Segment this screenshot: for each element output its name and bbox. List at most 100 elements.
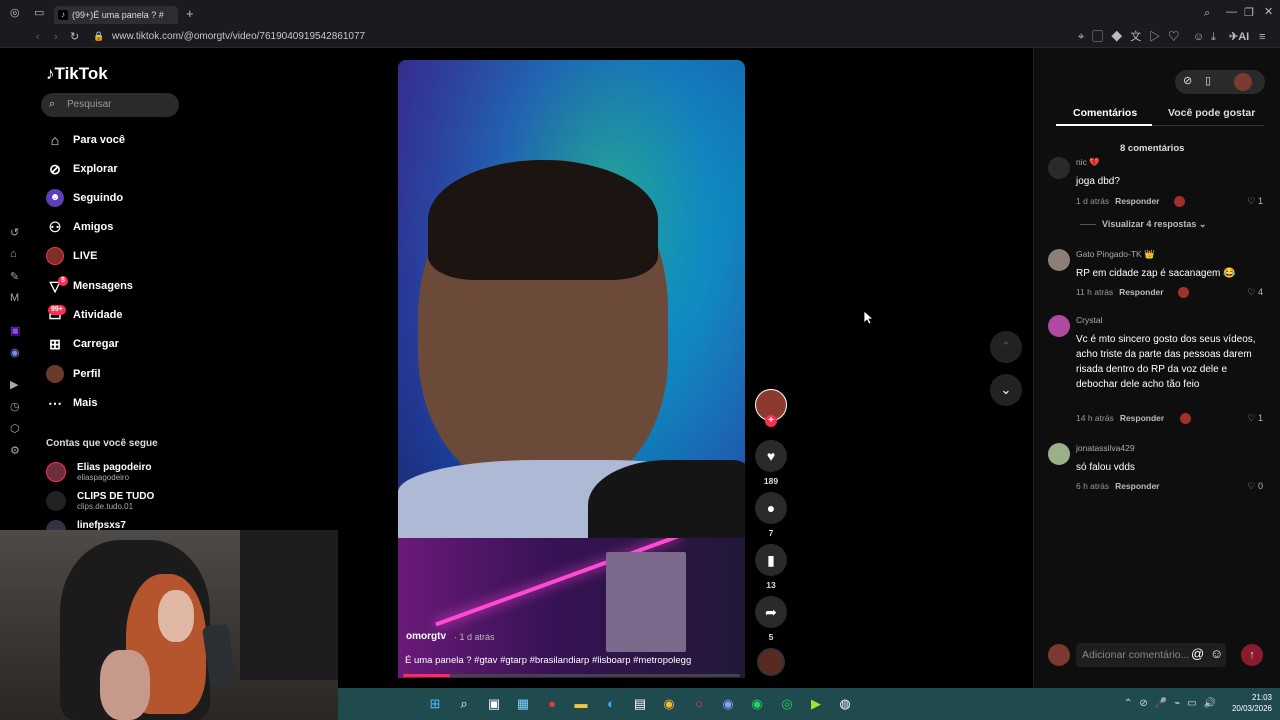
browser-logo-icon[interactable]: ◎ <box>10 8 20 19</box>
edge-icon[interactable]: ◐ <box>603 696 619 712</box>
tray-icons[interactable]: ⌃⊘🎤⌁▭🔊 <box>1124 698 1223 709</box>
forward-icon[interactable]: › <box>54 32 58 43</box>
url-text[interactable]: www.tiktok.com/@omorgtv/video/7619040919… <box>112 31 365 42</box>
comment-like-button[interactable]: ♡ 1 <box>1247 196 1263 207</box>
webcam-overlay <box>0 530 338 720</box>
comment-like-button[interactable]: ♡ 0 <box>1247 481 1263 492</box>
chrome-icon[interactable]: ◉ <box>661 696 677 712</box>
user-avatar[interactable] <box>1234 73 1252 91</box>
like-button[interactable]: ♥ <box>755 440 787 472</box>
post-comment-button[interactable]: ↑ <box>1241 644 1263 666</box>
comment-like-button[interactable]: ♡ 1 <box>1247 413 1263 424</box>
discord-icon[interactable]: ◉ <box>10 346 20 359</box>
new-tab-button[interactable]: + <box>186 7 194 20</box>
next-video-button[interactable]: ⌄ <box>990 374 1022 406</box>
workspaces-icon[interactable]: ▭ <box>34 8 44 19</box>
bag-icon[interactable]: ⌂ <box>10 248 17 260</box>
comment-like-count: 1 <box>1257 413 1263 423</box>
video-player[interactable] <box>398 60 745 538</box>
search-input[interactable]: ⌕ Pesquisar <box>41 93 179 117</box>
comment: Crystal Vc é mto sincero gosto dos seus … <box>1048 315 1263 427</box>
comment-like-button[interactable]: ♡ 4 <box>1247 287 1263 298</box>
comment-user[interactable]: Crystal <box>1076 315 1102 325</box>
back-icon[interactable]: ‹ <box>36 32 40 43</box>
share-button[interactable]: ➦ <box>755 596 787 628</box>
opera-icon[interactable]: ○ <box>691 696 707 712</box>
search-icon[interactable]: ⌕ <box>456 696 472 712</box>
video-author[interactable]: omorgtv <box>406 631 446 642</box>
play-icon[interactable]: ▶ <box>10 378 18 391</box>
history-icon[interactable]: ↺ <box>10 226 19 239</box>
compass-icon[interactable]: ⊘ <box>1183 74 1192 87</box>
system-clock[interactable]: 21:03 20/03/2026 <box>1226 692 1272 714</box>
nav-label: Perfil <box>73 368 101 380</box>
extensions-toolbar-icon[interactable]: ⌖▢◆文▷♡ <box>1078 32 1187 43</box>
spotify-icon[interactable]: ◉ <box>749 696 765 712</box>
notes-icon[interactable]: ✎ <box>10 270 19 283</box>
comment-user[interactable]: nic 💔 <box>1076 157 1100 168</box>
clock-icon[interactable]: ◷ <box>10 400 20 413</box>
previous-video-button[interactable]: ⌃ <box>990 331 1022 363</box>
phone-icon[interactable]: ▯ <box>1205 74 1211 87</box>
account-icon[interactable]: ☺ <box>1193 32 1204 43</box>
minimize-icon[interactable]: — <box>1226 7 1237 18</box>
twitch-icon[interactable]: ▣ <box>10 324 20 337</box>
emoji-icon[interactable]: ☺ <box>1210 646 1223 661</box>
music-disc[interactable] <box>757 648 785 676</box>
download-icon[interactable]: ⤓ <box>1211 32 1216 43</box>
terminal-icon[interactable]: ▶ <box>808 696 824 712</box>
avatar[interactable] <box>1048 315 1070 337</box>
save-button[interactable]: ▮ <box>755 544 787 576</box>
view-replies-button[interactable]: Visualizar 4 respostas ⌄ <box>1080 219 1206 230</box>
reply-button[interactable]: Responder <box>1115 196 1159 206</box>
mail-icon[interactable]: M <box>10 292 19 304</box>
video-time: · 1 d atrás <box>454 632 495 642</box>
ai-button[interactable]: ✈AI <box>1229 32 1249 43</box>
reply-button[interactable]: Responder <box>1119 287 1163 297</box>
nav-label: Explorar <box>73 163 118 175</box>
task-view-icon[interactable]: ▣ <box>486 696 502 712</box>
close-icon[interactable]: ✕ <box>1264 7 1273 18</box>
widgets-icon[interactable]: ▦ <box>515 696 531 712</box>
settings-icon[interactable]: ⚙ <box>10 444 20 457</box>
browser-tab[interactable]: ♪ (99+)É uma panela ? # <box>54 6 178 24</box>
app-icon[interactable]: ● <box>544 696 560 712</box>
avatar <box>46 462 66 482</box>
menu-icon[interactable]: ≡ <box>1259 32 1265 43</box>
avatar[interactable] <box>1048 157 1070 179</box>
comment-text: joga dbd? <box>1076 176 1120 187</box>
account-handle: clips.de.tudo.01 <box>77 502 134 511</box>
comment-count: 7 <box>768 528 774 538</box>
comment-user[interactable]: Gato Pingado-TK 👑 <box>1076 249 1155 260</box>
extensions-icon[interactable]: ⬡ <box>10 422 20 435</box>
store-icon[interactable]: ▤ <box>632 696 648 712</box>
video-progress-bar[interactable] <box>403 674 740 677</box>
activity-badge: 99+ <box>48 305 66 315</box>
file-explorer-icon[interactable]: ▬ <box>573 696 589 712</box>
restore-icon[interactable]: ❐ <box>1244 8 1254 19</box>
avatar[interactable] <box>1048 443 1070 465</box>
avatar[interactable] <box>1048 249 1070 271</box>
reply-button[interactable]: Responder <box>1120 413 1164 423</box>
tiktok-logo[interactable]: ♪TikTok <box>46 64 108 84</box>
avatar <box>46 491 66 511</box>
search-icon[interactable]: ⌕ <box>1204 8 1210 19</box>
mention-icon[interactable]: @ <box>1191 646 1204 661</box>
clock-time: 21:03 <box>1251 693 1272 702</box>
obs-icon[interactable]: ◍ <box>837 696 853 712</box>
tab-comments[interactable]: Comentários <box>1073 107 1137 119</box>
comment-user[interactable]: jonatassilva429 <box>1076 443 1135 453</box>
whatsapp-icon[interactable]: ◎ <box>779 696 795 712</box>
lock-icon: 🔒 <box>93 31 105 41</box>
tab-suggested[interactable]: Você pode gostar <box>1168 107 1255 119</box>
nav-label: Seguindo <box>73 192 124 204</box>
search-icon: ⌕ <box>49 98 56 110</box>
discord-icon[interactable]: ◉ <box>720 696 736 712</box>
comment-button[interactable]: ● <box>755 492 787 524</box>
logo-text: TikTok <box>54 64 108 83</box>
comment-meta: 11 h atrás Responder <box>1076 287 1164 297</box>
reply-button[interactable]: Responder <box>1115 481 1159 491</box>
reload-icon[interactable]: ↻ <box>70 32 79 43</box>
start-icon[interactable]: ⊞ <box>427 696 443 712</box>
follow-button[interactable]: + <box>765 415 777 427</box>
